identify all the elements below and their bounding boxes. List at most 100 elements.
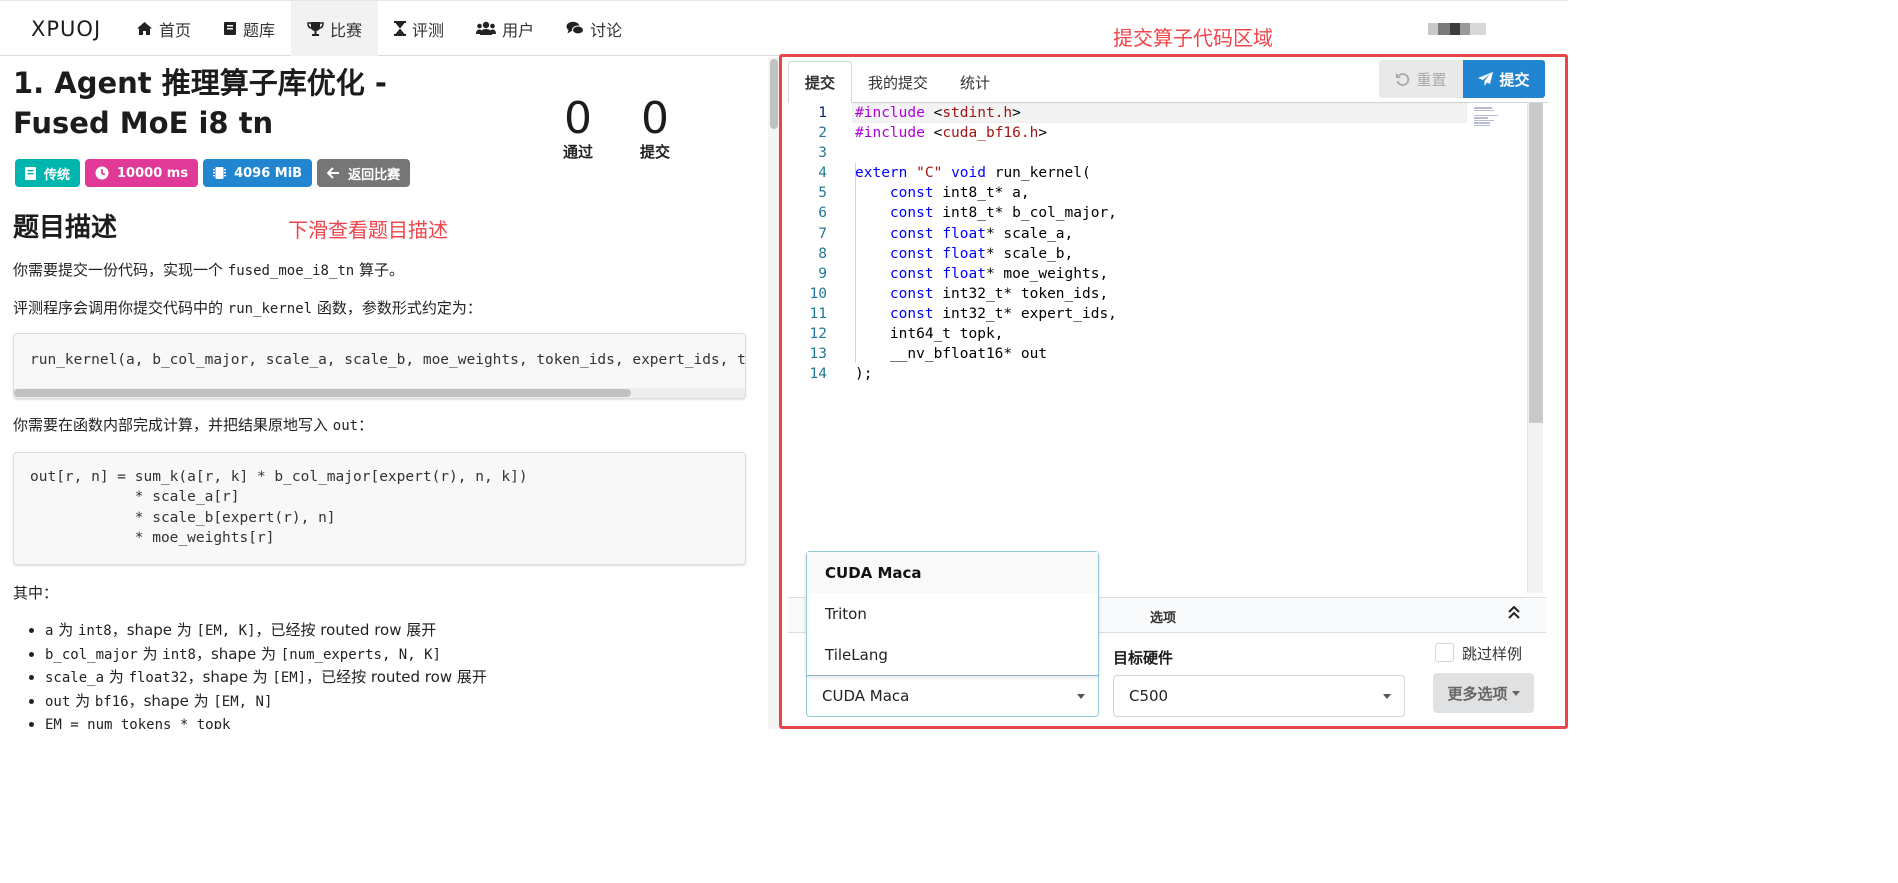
code-line[interactable]: #include <stdint.h> <box>855 103 1117 123</box>
skip-samples-checkbox[interactable] <box>1435 643 1454 662</box>
dropdown-caret-icon <box>1077 694 1085 699</box>
inline-code: bf16 <box>94 693 129 710</box>
editor-minimap[interactable] <box>1474 107 1504 129</box>
tab-submit[interactable]: 提交 <box>788 61 853 104</box>
text-span: 你需要提交一份代码，实现一个 <box>13 261 228 279</box>
problem-panel: 1. Agent 推理算子库优化 - Fused MoE i8 tn 0 通过 … <box>0 57 768 729</box>
code-block-signature[interactable]: run_kernel(a, b_col_major, scale_a, scal… <box>13 333 746 399</box>
passed-count: 0 <box>564 93 592 144</box>
submit-area-annotation: 提交算子代码区域 <box>1113 26 1273 50</box>
line-number: 6 <box>818 205 827 222</box>
scrollbar-thumb[interactable] <box>1529 103 1543 423</box>
code-block-formula: out[r, n] = sum_k(a[r, k] * b_col_major[… <box>13 452 746 565</box>
book-icon <box>25 166 36 180</box>
tab-statistics[interactable]: 统计 <box>944 61 1006 103</box>
code-line[interactable]: extern "C" void run_kernel( <box>855 163 1117 183</box>
editor-scrollbar[interactable] <box>1527 103 1543 593</box>
arrow-left-icon <box>327 167 340 179</box>
top-navbar: XPUOJ 首页 题库 比赛 评测 用户 讨论 <box>0 0 1568 56</box>
code-line[interactable]: ); <box>855 364 1117 384</box>
hourglass-icon <box>394 21 407 36</box>
microchip-icon <box>213 167 227 179</box>
text-span: 为 <box>53 621 78 639</box>
inline-code: run_kernel <box>227 301 313 317</box>
inline-code: out <box>45 693 71 710</box>
dropdown-caret-icon <box>1511 690 1520 696</box>
line-number: 9 <box>818 265 827 282</box>
nav-item-home[interactable]: 首页 <box>120 1 207 56</box>
line-number: 10 <box>809 285 827 302</box>
code-line[interactable]: const int8_t* b_col_major, <box>855 203 1117 223</box>
code-editor[interactable]: 1 2 3 4 5 6 7 8 9 10 11 12 13 14 #include <stdint.h> #… <box>788 103 1531 593</box>
nav-item-contest[interactable]: 比赛 <box>291 1 379 56</box>
text-span: ，shape 为 <box>111 621 197 639</box>
avatar[interactable] <box>1428 23 1486 35</box>
list-item: scale_a 为 float32，shape 为 [EM]，已经按 route… <box>45 666 487 690</box>
nav-item-label: 题库 <box>243 20 276 40</box>
dropdown-caret-icon <box>1383 694 1391 699</box>
inline-code: EM = num_tokens * topk <box>45 717 231 729</box>
hardware-label: 目标硬件 <box>1113 649 1174 667</box>
inline-code: [EM, K] <box>196 623 256 639</box>
code-line[interactable]: const int8_t* a, <box>855 183 1117 203</box>
line-number: 3 <box>818 145 827 162</box>
scrollbar-thumb[interactable] <box>14 389 631 397</box>
language-select[interactable]: CUDA Maca <box>806 675 1099 717</box>
comments-icon <box>566 21 585 35</box>
language-option[interactable]: Triton <box>807 593 1098 634</box>
list-item: b_col_major 为 int8，shape 为 [num_experts,… <box>45 643 487 667</box>
nav-item-judge[interactable]: 评测 <box>378 1 460 56</box>
hardware-select[interactable]: C500 <box>1113 675 1405 717</box>
text-span: 为 <box>104 668 129 686</box>
nav-item-label: 用户 <box>502 20 535 40</box>
main-nav: 首页 题库 比赛 评测 用户 讨论 <box>120 1 638 56</box>
clock-icon <box>95 166 109 180</box>
skip-samples-label[interactable]: 跳过样例 <box>1462 643 1522 664</box>
language-option[interactable]: CUDA Maca <box>807 552 1098 593</box>
line-number: 1 <box>818 105 827 121</box>
horizontal-scrollbar[interactable] <box>14 388 745 398</box>
home-icon <box>137 22 152 35</box>
code-line[interactable]: const int32_t* token_ids, <box>855 284 1117 304</box>
reset-button[interactable]: 重置 <box>1379 60 1463 98</box>
scrollbar-thumb[interactable] <box>770 59 778 129</box>
code-line[interactable]: int64_t topk, <box>855 324 1117 344</box>
code-line[interactable]: const float* scale_b, <box>855 244 1117 264</box>
code-line[interactable] <box>855 143 1117 163</box>
more-options-button[interactable]: 更多选项 <box>1433 673 1534 713</box>
back-to-contest-label: 返回比赛 <box>348 167 401 183</box>
description-heading: 题目描述 <box>13 213 118 243</box>
nav-item-users[interactable]: 用户 <box>460 1 550 56</box>
list-item: a 为 int8，shape 为 [EM, K]，已经按 routed row … <box>45 619 487 643</box>
passed-label: 通过 <box>562 143 593 161</box>
code-line[interactable]: const float* moe_weights, <box>855 264 1117 284</box>
code-line[interactable]: #include <cuda_bf16.h> <box>855 123 1117 143</box>
list-item: EM = num_tokens * topk <box>45 713 487 729</box>
tab-my-submissions[interactable]: 我的提交 <box>852 61 944 103</box>
site-logo[interactable]: XPUOJ <box>31 17 101 41</box>
code-line[interactable]: const float* scale_a, <box>855 224 1117 244</box>
nav-item-discuss[interactable]: 讨论 <box>550 1 638 56</box>
code-line[interactable]: __nv_bfloat16* out <box>855 344 1117 364</box>
line-number-gutter: 1 2 3 4 5 6 7 8 9 10 11 12 13 14 <box>788 103 836 384</box>
nav-item-problems[interactable]: 题库 <box>207 1 291 56</box>
list-item: out 为 bf16，shape 为 [EM, N] <box>45 690 487 714</box>
description-paragraph: 评测程序会调用你提交代码中的 run_kernel 函数，参数形式约定为： <box>13 297 482 318</box>
language-option[interactable]: TileLang <box>807 634 1098 675</box>
undo-icon <box>1396 73 1410 86</box>
hardware-selected: C500 <box>1129 687 1169 705</box>
inline-code: b_col_major <box>45 646 138 663</box>
text-span: ，已经按 routed row 展开 <box>255 621 437 639</box>
options-label: 选项 <box>1150 611 1177 626</box>
code-lines[interactable]: #include <stdint.h> #include <cuda_bf16.h… <box>855 103 1117 384</box>
inline-code: int8 <box>162 646 196 663</box>
more-options-label: 更多选项 <box>1447 684 1508 703</box>
type-badge: 传统 <box>15 159 81 187</box>
back-to-contest-button[interactable]: 返回比赛 <box>317 159 411 187</box>
time-limit-badge: 10000 ms <box>85 159 199 187</box>
code-line[interactable]: const int32_t* expert_ids, <box>855 304 1117 324</box>
submit-button[interactable]: 提交 <box>1463 60 1545 98</box>
inline-code: scale_a <box>45 670 105 686</box>
submitted-stat: 0 提交 <box>625 95 685 162</box>
page-scrollbar[interactable] <box>768 57 779 729</box>
